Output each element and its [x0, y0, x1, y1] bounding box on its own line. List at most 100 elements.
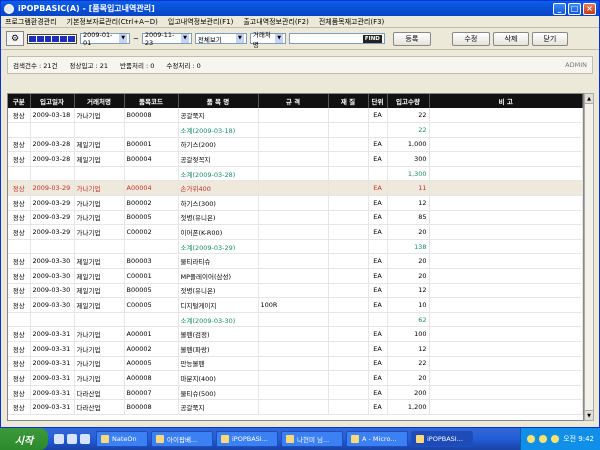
- find-button[interactable]: FIND: [362, 34, 382, 43]
- col-header-code[interactable]: 품목코드: [124, 94, 179, 108]
- cell-spec: [258, 356, 329, 372]
- start-button[interactable]: 시작: [0, 428, 48, 450]
- delete-button[interactable]: 삭제: [492, 31, 529, 46]
- table-row[interactable]: 정상 2009-03-31 가나기업 A00008 마분지(400) EA 20: [8, 370, 583, 386]
- menu-basic-data[interactable]: 기본정보자료관리(Ctrl+A~D): [67, 17, 158, 27]
- register-button[interactable]: 등록: [392, 31, 431, 46]
- cell-date: 2009-03-29: [30, 195, 75, 211]
- view-select[interactable]: 전체보기 ▼: [194, 33, 247, 44]
- table-row[interactable]: 정상 2009-03-28 제일기업 B00004 공갈젖꼭지 EA 300: [8, 151, 583, 167]
- cell-mat: [328, 151, 369, 167]
- cell-name: 소계(2009-03-18): [178, 122, 259, 138]
- subtotal-row[interactable]: 소계(2009-03-28) 1,300: [8, 166, 583, 182]
- cell-qty: 1,200: [387, 399, 430, 415]
- menu-program-settings[interactable]: 프로그램환경관리: [5, 17, 57, 27]
- task-chat[interactable]: 나현미 님...: [281, 431, 343, 447]
- table-row[interactable]: 정상 2009-03-29 가나기업 C00002 이어폰(K-R00) EA 20: [8, 224, 583, 240]
- cell-spec: [258, 341, 329, 357]
- search-input[interactable]: FIND: [288, 33, 385, 44]
- edit-button[interactable]: 수정: [451, 31, 490, 46]
- vendor-select[interactable]: 거래처명 ▼: [249, 31, 286, 49]
- minimize-button[interactable]: _: [553, 2, 566, 15]
- table-row[interactable]: 정상 2009-03-29 가나기업 A00004 손가위400 EA 11: [8, 180, 583, 197]
- desktop-icon[interactable]: [67, 434, 77, 444]
- table-row[interactable]: 정상 2009-03-29 가나기업 B00005 젓병(유니온) EA 85: [8, 210, 583, 226]
- scroll-down-icon[interactable]: ▼: [585, 410, 593, 420]
- maximize-button[interactable]: □: [568, 2, 581, 15]
- table-row[interactable]: 정상 2009-03-31 다라산업 B00008 공갈쭉지 EA 1,200: [8, 399, 583, 415]
- cell-qty: 12: [387, 195, 430, 211]
- table-row[interactable]: 정상 2009-03-30 제일기업 C00005 디지털게이지 100R EA 10: [8, 297, 583, 313]
- subtotal-row[interactable]: 소계(2009-03-30) 62: [8, 312, 583, 328]
- cell-type: [8, 239, 31, 255]
- col-header-name[interactable]: 품 목 명: [178, 94, 259, 108]
- col-header-date[interactable]: 입고일자: [30, 94, 75, 108]
- task-ipopbasic-2[interactable]: iPOPBASI...: [411, 431, 473, 447]
- table-row[interactable]: 정상 2009-03-31 다라산업 B00007 물티슈(500) EA 200: [8, 385, 583, 401]
- col-header-unit[interactable]: 단위: [368, 94, 388, 108]
- date-from-field[interactable]: 2009-01-01 ▼: [80, 31, 130, 47]
- table-row[interactable]: 정상 2009-03-30 제일기업 B00003 물티라티슈 EA 20: [8, 253, 583, 270]
- table-row[interactable]: 정상 2009-03-30 제일기업 B00005 젓병(유니온) EA 12: [8, 283, 583, 299]
- cell-date: 2009-03-28: [30, 151, 75, 167]
- cell-spec: [258, 239, 329, 255]
- table-row[interactable]: 정상 2009-03-31 가나기업 A00002 볼펜(파랑) EA 12: [8, 341, 583, 357]
- tray-icon[interactable]: [539, 435, 548, 443]
- cell-spec: [258, 108, 329, 124]
- menu-outbound[interactable]: 출고내역정보관리(F2): [243, 17, 308, 27]
- cell-note: [429, 312, 583, 328]
- close-window-button[interactable]: ×: [583, 2, 596, 15]
- normal-count: 정상입고 : 21: [69, 62, 109, 70]
- menu-inventory[interactable]: 전체품목재고관리(F3): [319, 17, 384, 27]
- task-ipopbasic-1[interactable]: iPOPBASI...: [216, 431, 278, 447]
- cell-unit: EA: [368, 151, 388, 167]
- col-header-material[interactable]: 재 질: [328, 94, 369, 108]
- cell-unit: EA: [368, 370, 388, 386]
- subtotal-row[interactable]: 소계(2009-03-18) 22: [8, 122, 583, 138]
- chevron-down-icon[interactable]: ▼: [275, 34, 283, 43]
- app-icon: [221, 435, 229, 443]
- task-ipop-web[interactable]: 아이팝베...: [151, 431, 213, 447]
- tray-icon[interactable]: [527, 435, 536, 443]
- cell-spec: [258, 151, 329, 167]
- menu-inbound[interactable]: 입고내역정보관리(F1): [168, 17, 233, 27]
- col-header-type[interactable]: 구분: [8, 94, 31, 108]
- date-to-field[interactable]: 2009-11-23 ▼: [141, 31, 192, 47]
- col-header-qty[interactable]: 입고수량: [387, 94, 430, 108]
- col-header-note[interactable]: 비 고: [429, 94, 583, 108]
- cell-mat: [328, 399, 369, 415]
- tray-icon[interactable]: [551, 435, 560, 443]
- cell-name: 물티라티슈: [178, 253, 259, 270]
- task-nateon[interactable]: NateOn: [96, 431, 148, 447]
- table-row[interactable]: 정상 2009-03-30 제일기업 C00001 MP플레이어(삼성) EA 20: [8, 268, 583, 284]
- chevron-down-icon[interactable]: ▼: [235, 34, 244, 43]
- cell-unit: EA: [368, 108, 388, 124]
- chevron-down-icon[interactable]: ▼: [119, 34, 127, 43]
- table-row[interactable]: 정상 2009-03-29 가나기업 B00002 하기스(300) EA 12: [8, 195, 583, 211]
- chevron-down-icon[interactable]: ▼: [181, 34, 189, 43]
- ie-icon[interactable]: [54, 434, 64, 444]
- table-row[interactable]: 정상 2009-03-31 가나기업 A00005 만능볼펜 EA 22: [8, 356, 583, 372]
- cell-type: 정상: [8, 195, 31, 211]
- cell-mat: [328, 370, 369, 386]
- cell-name: 마분지(400): [178, 370, 259, 386]
- cell-date: [30, 166, 75, 182]
- cell-type: 정상: [8, 137, 31, 153]
- cell-type: 정상: [8, 385, 31, 401]
- cell-date: 2009-03-31: [30, 341, 75, 357]
- scroll-up-icon[interactable]: ▲: [585, 94, 593, 104]
- vertical-scrollbar[interactable]: ▲ ▼: [584, 93, 594, 421]
- subtotal-row[interactable]: 소계(2009-03-29) 138: [8, 239, 583, 255]
- cell-spec: [258, 268, 329, 284]
- cell-code: B00007: [124, 385, 179, 401]
- col-header-vendor[interactable]: 거래처명: [74, 94, 125, 108]
- close-button[interactable]: 닫기: [531, 31, 568, 46]
- task-microsoft[interactable]: A - Micro...: [346, 431, 408, 447]
- cell-name: 손가위400: [178, 180, 259, 197]
- table-row[interactable]: 정상 2009-03-28 제일기업 B00001 하기스(200) EA 1,000: [8, 137, 583, 153]
- lookup-icon[interactable]: ⚙: [6, 31, 24, 46]
- table-row[interactable]: 정상 2009-03-18 가나기업 B00008 공갈쭉지 EA 22: [8, 108, 583, 124]
- media-icon[interactable]: [80, 434, 90, 444]
- table-row[interactable]: 정상 2009-03-31 가나기업 A00001 볼펜(검정) EA 100: [8, 326, 583, 342]
- col-header-spec[interactable]: 규 격: [258, 94, 329, 108]
